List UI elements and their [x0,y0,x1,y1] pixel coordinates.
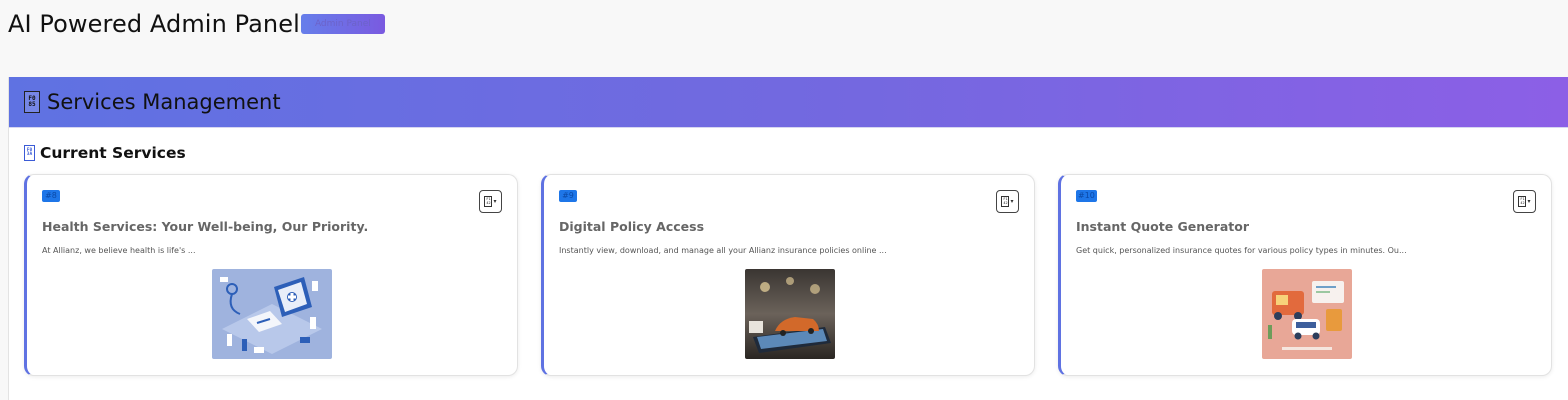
panel-title: Services Management [47,90,281,114]
services-panel: F0 85 Services Management F0 3A Current Se… [8,77,1568,400]
service-id-badge: #9 [559,190,577,202]
card-menu-button[interactable]: F1 42 ▾ [996,190,1019,213]
menu-icon: F1 42 [1001,196,1010,207]
chevron-down-icon: ▾ [493,198,497,205]
list-icon: F0 3A [24,145,35,161]
menu-icon: F1 42 [484,196,493,207]
service-card[interactable]: #9 F1 42 ▾ Digital Policy Access Instantl… [541,174,1035,376]
service-cards: #8 F1 42 ▾ Health Services: Your Well-bei… [24,174,1552,376]
health-illustration-image [212,269,332,359]
card-menu-button[interactable]: F1 42 ▾ [479,190,502,213]
top-bar: AI Powered Admin Panel Admin Panel [8,8,385,40]
service-id-badge: #10 [1076,190,1097,202]
service-description: Get quick, personalized insurance quotes… [1076,246,1407,255]
service-description: Instantly view, download, and manage all… [559,246,887,255]
service-card[interactable]: #10 F1 42 ▾ Instant Quote Generator Get q… [1058,174,1552,376]
service-description: At Allianz, we believe health is life's … [42,246,196,255]
header-badge: Admin Panel [300,14,385,34]
panel-header: F0 85 Services Management [9,77,1568,128]
chevron-down-icon: ▾ [1010,198,1014,205]
service-id-badge: #8 [42,190,60,202]
chevron-down-icon: ▾ [1527,198,1531,205]
app-title: AI Powered Admin Panel [8,10,300,38]
service-title: Digital Policy Access [559,219,705,234]
service-card[interactable]: #8 F1 42 ▾ Health Services: Your Well-bei… [24,174,518,376]
section-title: Current Services [40,144,186,162]
policy-access-image [745,269,835,359]
service-title: Instant Quote Generator [1076,219,1249,234]
section-header: F0 3A Current Services [24,144,186,162]
menu-icon: F1 42 [1518,196,1527,207]
quote-illustration-image [1262,269,1352,359]
card-menu-button[interactable]: F1 42 ▾ [1513,190,1536,213]
services-icon: F0 85 [24,91,40,113]
service-title: Health Services: Your Well-being, Our Pr… [42,219,369,234]
